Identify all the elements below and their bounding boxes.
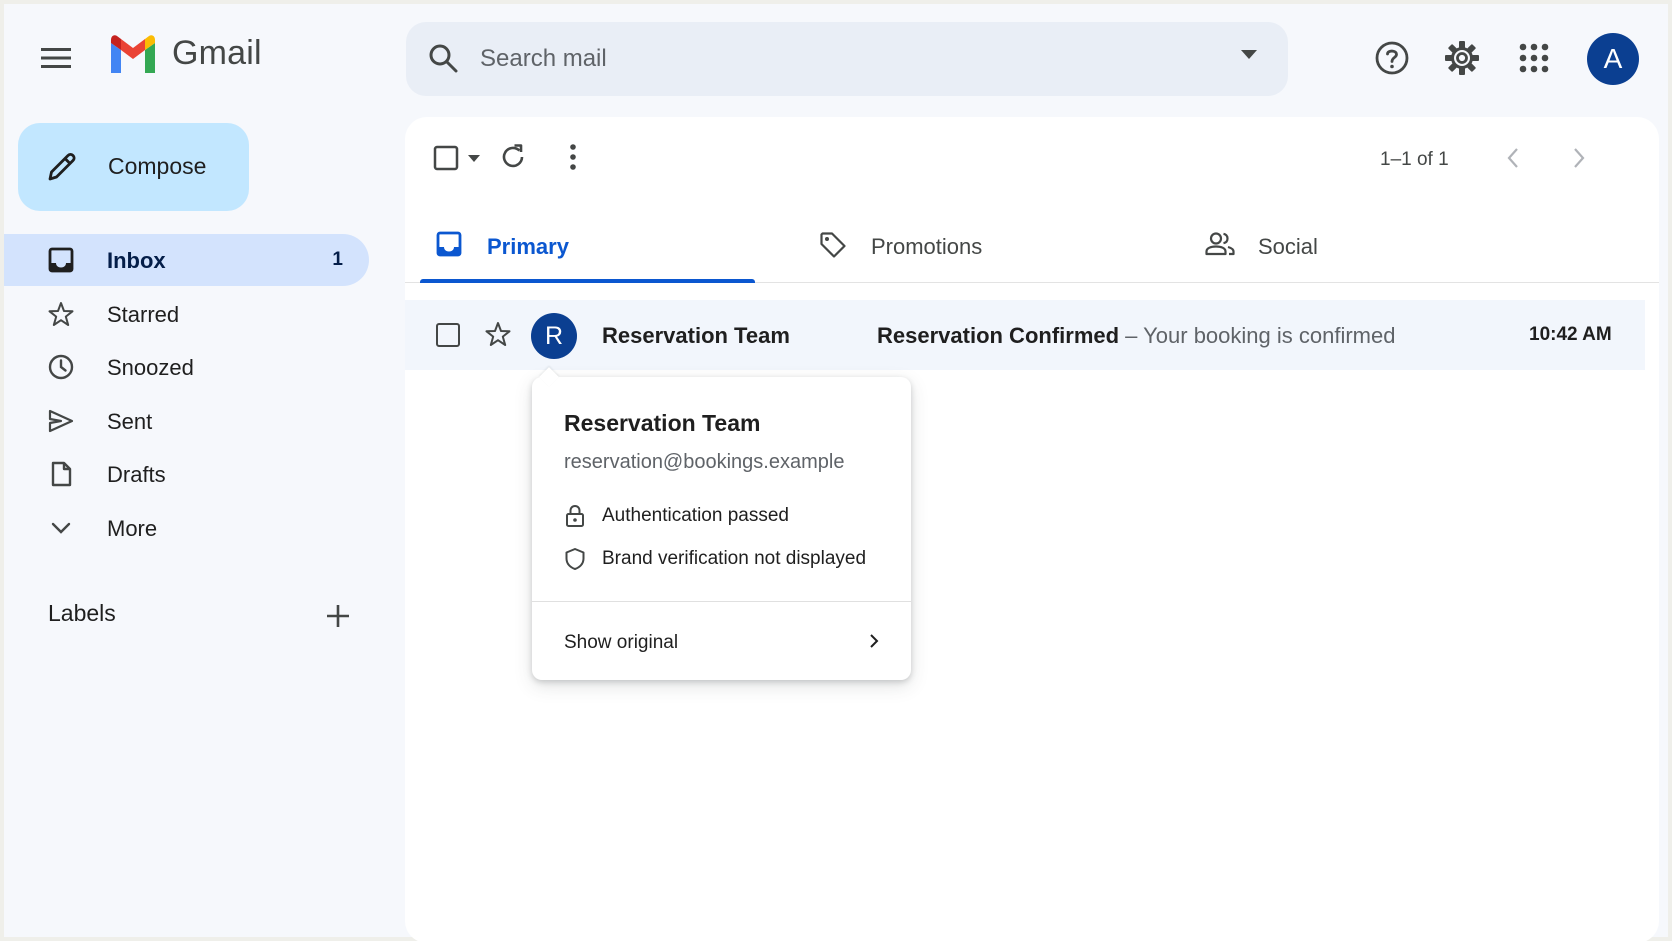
more-actions-button[interactable]: [569, 143, 577, 171]
gmail-logo[interactable]: Gmail: [108, 34, 262, 73]
plus-icon: [327, 605, 349, 627]
labels-header: Labels: [48, 600, 116, 626]
older-button[interactable]: [1572, 147, 1586, 169]
tab-label: Social: [1258, 234, 1318, 259]
compose-label: Compose: [108, 153, 207, 179]
email-snippet: Your booking is confirmed: [1143, 323, 1396, 348]
select-options-button[interactable]: [467, 153, 481, 163]
pagination-text: 1–1 of 1: [1380, 149, 1449, 170]
sidebar-item-snoozed[interactable]: Snoozed: [4, 341, 369, 393]
gmail-m-icon: [111, 34, 155, 73]
settings-button[interactable]: [1438, 34, 1486, 82]
tab-primary[interactable]: Primary: [436, 209, 746, 283]
settings-icon: [1445, 41, 1479, 75]
row-checkbox[interactable]: [436, 323, 460, 347]
authentication-status: Authentication passed: [564, 504, 789, 528]
search-input[interactable]: [480, 36, 1180, 82]
unread-count: 1: [332, 249, 343, 270]
account-avatar[interactable]: A: [1587, 33, 1639, 85]
sidebar-item-label: Snoozed: [107, 355, 194, 380]
inbox-tab-icon: [436, 231, 462, 257]
sender-avatar[interactable]: R: [531, 313, 577, 359]
star-icon: [48, 301, 74, 327]
sender-hover-card: Reservation Team reservation@bookings.ex…: [532, 367, 911, 680]
app-name: Gmail: [172, 34, 262, 72]
card-sender-name: Reservation Team: [564, 410, 761, 436]
more-vert-icon: [570, 144, 576, 170]
category-tabs: Primary Promotions Social: [405, 209, 1659, 283]
email-subject: Reservation Confirmed: [877, 323, 1120, 348]
email-time: 10:42 AM: [1529, 324, 1612, 345]
sidebar-item-starred[interactable]: Starred: [4, 288, 369, 340]
menu-icon: [41, 48, 71, 68]
sidebar-item-drafts[interactable]: Drafts: [4, 448, 369, 500]
tab-label: Primary: [487, 234, 569, 259]
people-icon: [1205, 232, 1235, 256]
search-bar[interactable]: [406, 22, 1288, 96]
tab-promotions[interactable]: Promotions: [819, 209, 1149, 283]
show-original-label: Show original: [564, 632, 679, 653]
checkbox-icon: [433, 145, 459, 171]
sidebar-nav: Inbox 1 Starred Snoozed Sent Drafts More: [4, 234, 374, 555]
compose-button[interactable]: Compose: [18, 123, 249, 211]
help-icon: [1375, 41, 1409, 75]
sidebar-item-inbox[interactable]: Inbox 1: [4, 234, 369, 286]
search-options-icon[interactable]: [1240, 48, 1258, 60]
add-label-button[interactable]: [322, 600, 354, 632]
help-button[interactable]: [1368, 34, 1416, 82]
top-bar: Gmail Search mail A: [4, 4, 1668, 114]
inbox-icon: [48, 247, 74, 273]
clock-icon: [48, 354, 74, 380]
subject-line: Reservation Confirmed – Your booking is …: [877, 323, 1395, 349]
tab-social[interactable]: Social: [1205, 209, 1535, 283]
sidebar-item-sent[interactable]: Sent: [4, 395, 369, 447]
search-icon[interactable]: [428, 43, 458, 73]
tab-label: Promotions: [871, 234, 983, 259]
authentication-text: Authentication passed: [602, 505, 789, 526]
chevron-down-icon: [48, 515, 74, 541]
newer-button[interactable]: [1506, 147, 1520, 169]
active-tab-indicator: [420, 279, 755, 283]
apps-icon: [1519, 43, 1549, 73]
sender-name: Reservation Team: [602, 323, 790, 348]
sidebar-item-label: More: [107, 515, 158, 541]
pencil-icon: [48, 152, 76, 181]
subject-separator: –: [1119, 323, 1144, 348]
chevron-left-icon: [1507, 148, 1518, 168]
main-menu-button[interactable]: [34, 36, 78, 80]
tag-icon: [820, 232, 846, 258]
send-icon: [48, 408, 74, 434]
email-row[interactable]: R Reservation Team Reservation Confirmed…: [405, 300, 1645, 370]
draft-icon: [48, 461, 74, 487]
sidebar-item-label: Drafts: [107, 462, 166, 487]
sidebar-item-label: Inbox: [107, 248, 166, 273]
apps-button[interactable]: [1510, 34, 1558, 82]
star-icon[interactable]: [485, 321, 511, 347]
chevron-right-icon: [1574, 148, 1585, 168]
sidebar-item-label: Sent: [107, 408, 153, 434]
chevron-right-icon: [870, 634, 879, 648]
gmail-window: Gmail Search mail A Compose Inbox 1 Star…: [0, 0, 1672, 941]
sidebar-item-more[interactable]: More: [4, 502, 369, 554]
lock-icon: [566, 504, 584, 527]
refresh-button[interactable]: [499, 143, 527, 171]
sidebar-item-label: Starred: [107, 301, 180, 327]
brand-verification-status: Brand verification not displayed: [564, 547, 866, 571]
select-all-checkbox[interactable]: [433, 145, 459, 171]
caret-down-icon: [468, 155, 480, 162]
shield-icon: [565, 548, 585, 570]
show-original-button[interactable]: Show original: [532, 602, 911, 680]
card-sender-email: reservation@bookings.example: [564, 451, 845, 473]
refresh-icon: [502, 144, 524, 168]
brand-verification-text: Brand verification not displayed: [602, 548, 867, 569]
